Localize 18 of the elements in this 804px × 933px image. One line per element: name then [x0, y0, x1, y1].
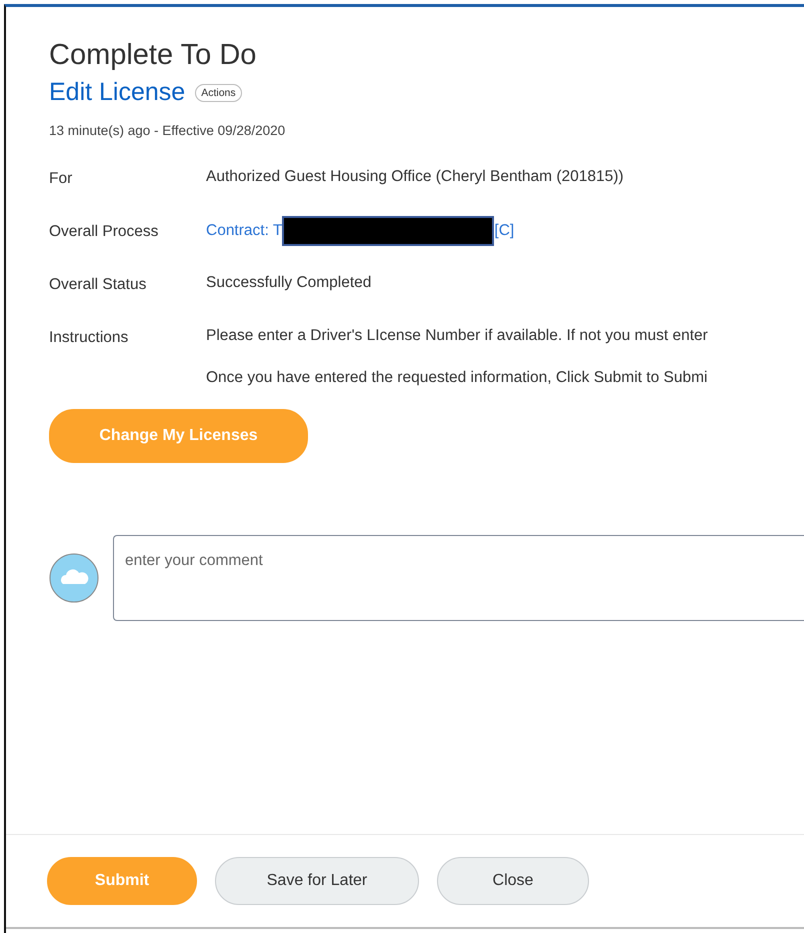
comment-field[interactable]: enter your comment [113, 535, 804, 621]
process-link[interactable]: Contract: T [206, 222, 282, 240]
field-label: For [49, 169, 74, 189]
avatar-icon [49, 553, 99, 603]
process-link[interactable]: [C] [494, 222, 514, 240]
actions-button[interactable]: Actions [195, 84, 242, 102]
field-label: Overall Status [49, 275, 148, 295]
secondary-button[interactable]: Close [437, 857, 589, 905]
instruction-text: Please enter a Driver's LIcense Number if available. If not you must enter [206, 327, 709, 345]
field-label: Instructions [49, 328, 130, 348]
field-value: Successfully Completed [206, 274, 372, 292]
page-title: Complete To Do [49, 39, 258, 72]
secondary-button[interactable]: Save for Later [215, 857, 419, 905]
field-value: Authorized Guest Housing Office (Cheryl Bentham (201815)) [206, 168, 625, 186]
task-title: Edit License [49, 78, 186, 107]
timestamp-text: 13 minute(s) ago - Effective 09/28/2020 [49, 123, 286, 138]
instruction-text: Once you have entered the requested information, Click Submit to Submi [206, 369, 708, 387]
field-label: Overall Process [49, 222, 160, 242]
